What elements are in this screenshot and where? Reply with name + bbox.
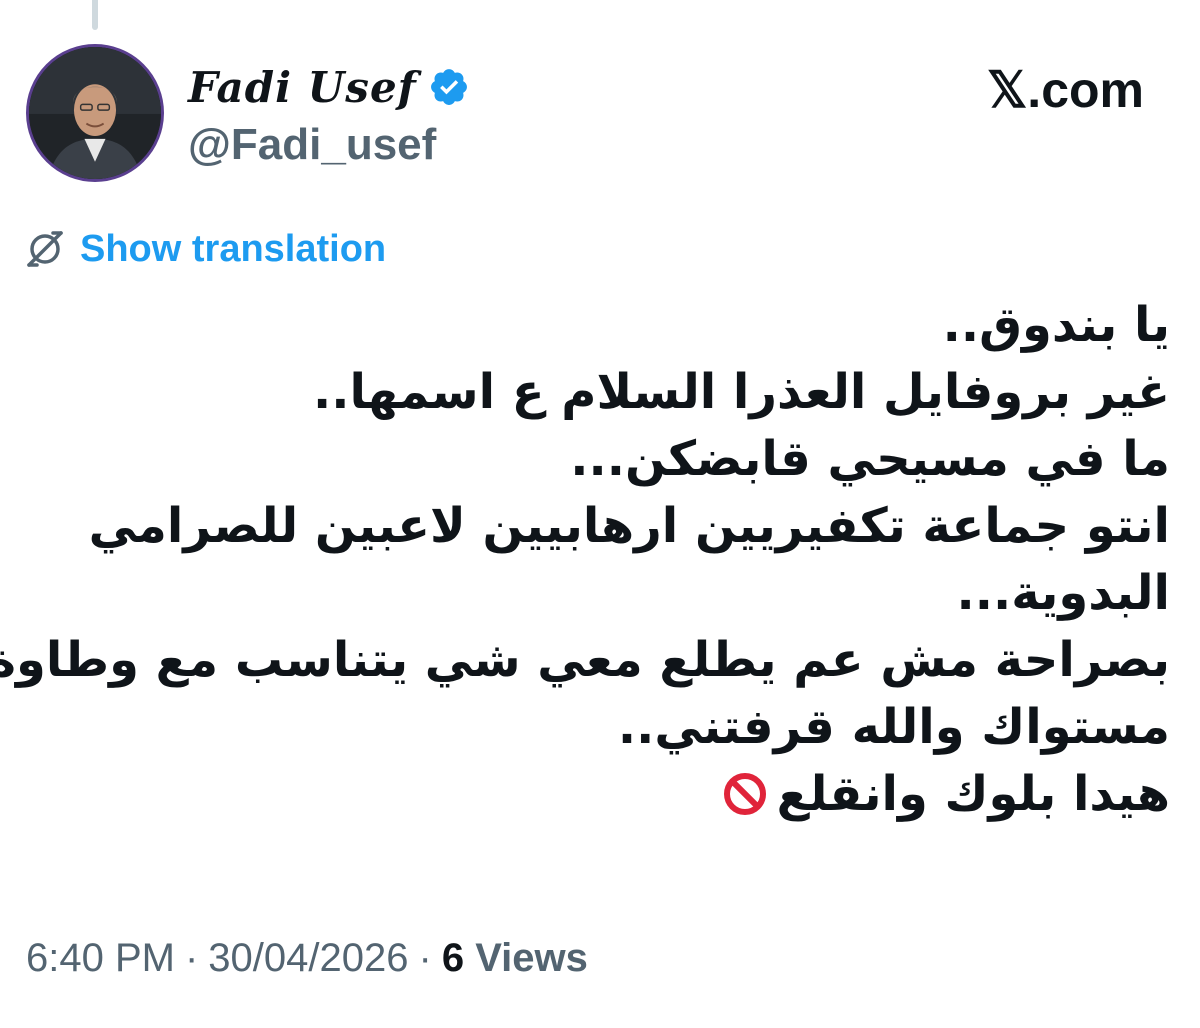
show-translation-button[interactable]: Show translation (24, 222, 386, 276)
tweet-meta: 6:40 PM · 30/04/2026 · 6 Views (26, 930, 588, 986)
site-brand-watermark: 𝕏.com (987, 62, 1144, 118)
tweet-last-line: هيدا بلوك وانقلع (20, 761, 1170, 828)
tweet-line: بصراحة مش عم يطلع معي شي يتناسب مع وطاوة (0, 632, 1170, 688)
translate-icon (27, 231, 63, 267)
tweet-date[interactable]: 30/04/2026 (208, 936, 408, 980)
tweet-time[interactable]: 6:40 PM (26, 936, 175, 980)
tweet-line: مستواك والله قرفتني.. (617, 699, 1170, 755)
author-display-name[interactable]: Fadi Usef (188, 62, 417, 114)
show-translation-label[interactable]: Show translation (80, 222, 386, 276)
tweet-line-text: هيدا بلوك وانقلع (776, 766, 1170, 822)
tweet-line: يا بندوق.. (942, 297, 1170, 353)
views-label: Views (475, 936, 588, 980)
tweet-text: يا بندوق.. غير بروفايل العذرا السلام ع ا… (0, 292, 1170, 828)
thread-connector-line (92, 0, 98, 30)
meta-separator: · (418, 936, 432, 980)
author-handle[interactable]: @Fadi_usef (188, 118, 436, 172)
meta-separator: · (184, 936, 199, 980)
verified-badge-icon (431, 69, 467, 105)
avatar-photo-icon (29, 47, 161, 179)
prohibited-icon (723, 773, 766, 815)
tweet-line: ما في مسيحي قابضكن... (570, 431, 1170, 487)
views-count: 6 (441, 936, 465, 980)
tweet-line: غير بروفايل العذرا السلام ع اسمها.. (313, 364, 1170, 420)
tweet-line: انتو جماعة تكفيريين ارهابيين لاعبين للصر… (88, 498, 1170, 554)
author-avatar[interactable] (26, 44, 164, 182)
tweet-line: البدوية... (956, 565, 1170, 621)
